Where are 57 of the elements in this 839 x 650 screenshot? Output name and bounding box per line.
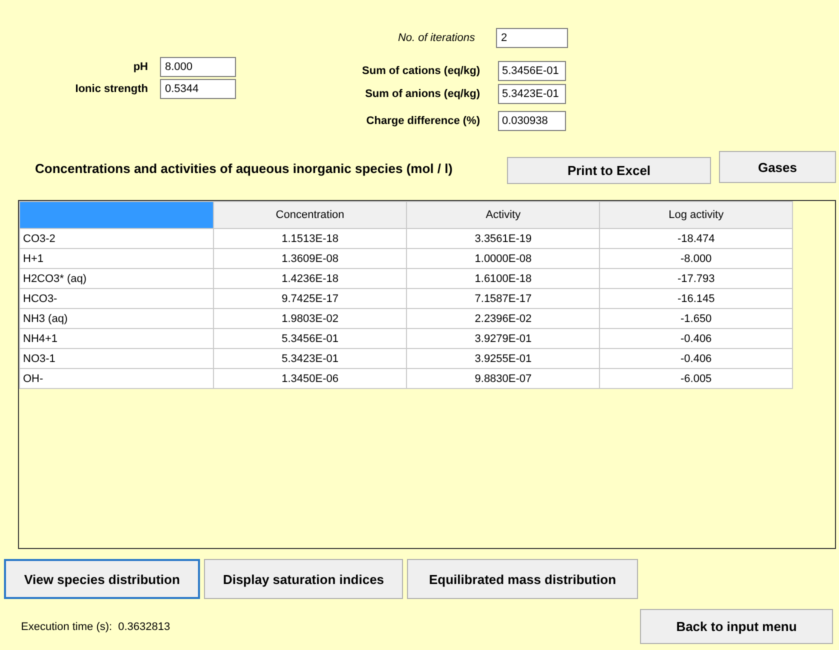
table-cell: 1.0000E-08 <box>406 248 600 268</box>
table-cell: 2.2396E-02 <box>406 308 600 328</box>
field-label: Ionic strength <box>74 83 149 95</box>
table-cell: 7.1587E-17 <box>406 288 600 308</box>
table-cell: 1.4236E-18 <box>213 268 407 288</box>
execution-time-value: 0.3632813 <box>118 620 170 632</box>
view-tab[interactable]: Equilibrated mass distribution <box>407 559 638 599</box>
input-field[interactable]: 0.5344 <box>160 79 236 99</box>
table-cell: CO3-2 <box>20 228 214 248</box>
field-label: Sum of cations (eq/kg) <box>361 64 481 76</box>
back-button[interactable]: Back to input menu <box>640 609 833 644</box>
field-label: Charge difference (%) <box>365 114 481 126</box>
table-cell: 1.6100E-18 <box>406 268 600 288</box>
column-header[interactable]: Concentration <box>213 202 407 228</box>
table-cell: NH3 (aq) <box>20 308 214 328</box>
table-cell: 3.9279E-01 <box>406 328 600 348</box>
column-header[interactable]: Activity <box>406 202 600 228</box>
table-cell: OH- <box>20 368 214 388</box>
table-cell: 1.3450E-06 <box>213 368 407 388</box>
table-cell: 1.3609E-08 <box>213 248 407 268</box>
table-cell: -6.005 <box>600 368 792 388</box>
input-field[interactable]: 5.3423E-01 <box>498 84 566 104</box>
print-to-excel-button[interactable]: Print to Excel <box>507 157 711 184</box>
table-cell: NH4+1 <box>20 328 214 348</box>
column-header[interactable]: Log activity <box>600 202 792 228</box>
section-title: Concentrations and activities of aqueous inorganic species (mol / l) <box>35 161 454 178</box>
table-cell: -17.793 <box>600 268 792 288</box>
table-cell: -0.406 <box>600 348 792 368</box>
table-cell: 9.7425E-17 <box>213 288 407 308</box>
table-cell: 3.9255E-01 <box>406 348 600 368</box>
input-field[interactable]: 5.3456E-01 <box>498 60 566 80</box>
table-cell: 1.1513E-18 <box>213 228 407 248</box>
view-tab[interactable]: Display saturation indices <box>204 559 403 599</box>
table-cell: NO3-1 <box>20 348 214 368</box>
table-cell: H+1 <box>20 248 214 268</box>
input-field[interactable]: 2 <box>496 28 568 48</box>
field-label: Sum of anions (eq/kg) <box>364 88 481 100</box>
execution-time-label: Execution time (s): <box>21 620 112 632</box>
table-cell: 3.3561E-19 <box>406 228 600 248</box>
table-cell: -16.145 <box>600 288 792 308</box>
table-cell: H2CO3* (aq) <box>20 268 214 288</box>
table-cell: -1.650 <box>600 308 792 328</box>
field-label: No. of iterations <box>396 32 476 44</box>
input-field[interactable]: 0.030938 <box>498 110 566 130</box>
table-cell: -18.474 <box>600 228 792 248</box>
view-tab[interactable]: View species distribution <box>4 559 200 599</box>
table-cell: 1.9803E-02 <box>213 308 407 328</box>
table-cell: HCO3- <box>20 288 214 308</box>
field-label: pH <box>132 61 149 73</box>
table-cell: 5.3456E-01 <box>213 328 407 348</box>
table-cell: -8.000 <box>600 248 792 268</box>
table-cell: 5.3423E-01 <box>213 348 407 368</box>
input-field[interactable]: 8.000 <box>160 57 236 77</box>
gases-button[interactable]: Gases <box>719 151 836 183</box>
table-cell: 9.8830E-07 <box>406 368 600 388</box>
table-cell: -0.406 <box>600 328 792 348</box>
header-corner-cell[interactable] <box>20 202 214 228</box>
